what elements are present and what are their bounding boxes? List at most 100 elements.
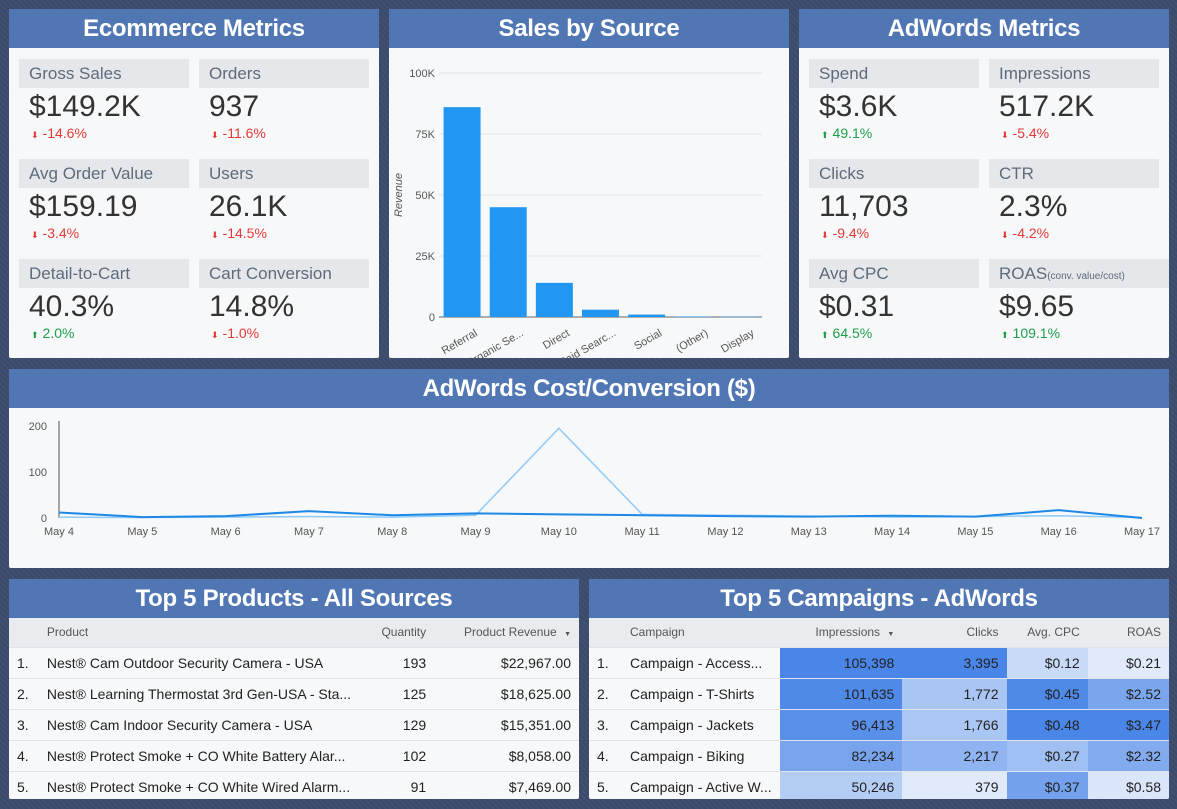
col-product[interactable]: Product bbox=[46, 618, 352, 647]
campaign-avg-cpc: $0.12 bbox=[1006, 646, 1088, 678]
table-row[interactable]: 4. Nest® Protect Smoke + CO White Battery… bbox=[9, 739, 579, 771]
bar-referral[interactable] bbox=[443, 107, 481, 317]
series-line-1[interactable] bbox=[58, 509, 1143, 519]
col-quantity[interactable]: Quantity bbox=[351, 618, 435, 647]
table-row[interactable]: 3. Campaign - Jackets 96,413 1,766 $0.48 $3.4… bbox=[589, 708, 1169, 740]
metric-label: Detail-to-Cart bbox=[19, 259, 189, 288]
bar-direct[interactable] bbox=[535, 282, 573, 317]
campaign-impressions: 82,234 bbox=[779, 739, 903, 771]
metric-label: Users bbox=[199, 159, 369, 188]
table-row[interactable]: 2. Nest® Learning Thermostat 3rd Gen-USA … bbox=[9, 677, 579, 709]
sales-by-source-panel: Sales by Source 0 25K 50K 75K 100K Revenue Ref… bbox=[389, 9, 789, 358]
y-tick-label: 50K bbox=[415, 190, 435, 202]
adwords-metrics-title: AdWords Metrics bbox=[799, 9, 1169, 48]
arrow-down-icon: ⬇ bbox=[211, 330, 219, 340]
sort-desc-icon: ▼ bbox=[887, 631, 895, 639]
metric-delta-value: -3.4% bbox=[42, 225, 80, 241]
metric-delta: ⬇ -5.4% bbox=[989, 124, 1159, 144]
table-row[interactable]: 4. Campaign - Biking 82,234 2,217 $0.27 $2.32 bbox=[589, 739, 1169, 771]
metric-label: Gross Sales bbox=[19, 59, 189, 88]
campaign-avg-cpc: $0.27 bbox=[1006, 739, 1088, 771]
metric-label-text: Detail-to-Cart bbox=[29, 264, 131, 283]
table-row[interactable]: 5. Campaign - Active W... 50,246 379 $0.37 $0… bbox=[589, 770, 1169, 799]
metric-delta: ⬆ 64.5% bbox=[809, 324, 979, 344]
ecommerce-metrics-title: Ecommerce Metrics bbox=[9, 9, 379, 48]
metric-value: $9.65 bbox=[999, 290, 1075, 323]
row-index: 5. bbox=[9, 770, 47, 799]
col-avg-cpc[interactable]: Avg. CPC bbox=[1006, 618, 1088, 647]
metric-tile-gross-sales: Gross Sales $149.2K ⬇ -14.6% bbox=[19, 59, 189, 149]
metric-value: 40.3% bbox=[29, 290, 115, 323]
metric-delta: ⬆ 109.1% bbox=[989, 324, 1159, 344]
campaign-avg-cpc: $0.45 bbox=[1006, 677, 1088, 709]
col-clicks[interactable]: Clicks bbox=[902, 618, 1007, 647]
col-campaign[interactable]: Campaign bbox=[630, 618, 780, 647]
metric-label: ROAS(conv. value/cost) bbox=[989, 259, 1169, 288]
campaign-name: Campaign - Biking bbox=[630, 739, 780, 771]
product-revenue: $18,625.00 bbox=[434, 677, 579, 709]
col-impressions[interactable]: Impressions ▼ bbox=[779, 618, 903, 647]
metric-label: CTR bbox=[989, 159, 1159, 188]
metric-label-text: Gross Sales bbox=[29, 64, 122, 83]
product-revenue: $7,469.00 bbox=[434, 770, 579, 799]
x-tick-label: May 13 bbox=[791, 526, 827, 538]
top-products-panel: Top 5 Products - All Sources Product Qua… bbox=[9, 579, 579, 799]
y-axis-label: Revenue bbox=[393, 173, 405, 217]
metric-delta-value: 49.1% bbox=[832, 125, 873, 141]
metric-value: 517.2K bbox=[999, 90, 1095, 123]
bar-paid-searc[interactable] bbox=[582, 309, 619, 317]
col-product-revenue[interactable]: Product Revenue ▼ bbox=[434, 618, 579, 647]
x-tick-label: May 10 bbox=[541, 526, 577, 538]
bar-other[interactable] bbox=[674, 316, 712, 318]
metric-delta: ⬇ -14.6% bbox=[19, 124, 189, 144]
col-roas[interactable]: ROAS bbox=[1087, 618, 1169, 647]
metric-tile-avg-order-value: Avg Order Value $159.19 ⬇ -3.4% bbox=[19, 159, 189, 249]
table-row[interactable]: 1. Nest® Cam Outdoor Security Camera - US… bbox=[9, 646, 579, 678]
y-tick-label: 200 bbox=[29, 421, 47, 433]
table-row[interactable]: 3. Nest® Cam Indoor Security Camera - USA… bbox=[9, 708, 579, 740]
metric-tile-clicks: Clicks 11,703 ⬇ -9.4% bbox=[809, 159, 979, 249]
cost-conversion-chart: 0 100 200 May 4 May 5 May 6 May 7 May 8 May 9 May… bbox=[29, 421, 1160, 538]
x-tick-label: May 14 bbox=[874, 526, 910, 538]
metric-label-text: Users bbox=[209, 164, 254, 183]
metric-label: Cart Conversion bbox=[199, 259, 369, 288]
series-line-2[interactable] bbox=[58, 427, 1143, 519]
product-quantity: 129 bbox=[351, 708, 435, 740]
x-tick-label: May 4 bbox=[44, 526, 74, 538]
metric-tile-detail-to-cart: Detail-to-Cart 40.3% ⬆ 2.0% bbox=[19, 259, 189, 349]
metric-delta-value: 109.1% bbox=[1012, 325, 1061, 341]
product-name: Nest® Cam Indoor Security Camera - USA bbox=[46, 708, 352, 740]
x-tick-label: May 17 bbox=[1124, 526, 1160, 538]
metric-label-text: Orders bbox=[209, 64, 261, 83]
metric-delta: ⬇ -9.4% bbox=[809, 224, 979, 244]
x-tick-label: May 6 bbox=[211, 526, 241, 538]
arrow-down-icon: ⬇ bbox=[211, 130, 219, 140]
col-index bbox=[9, 618, 47, 647]
bar-display[interactable] bbox=[720, 316, 758, 318]
campaign-impressions: 50,246 bbox=[779, 770, 903, 799]
metric-label-text: Impressions bbox=[999, 64, 1091, 83]
row-index: 2. bbox=[9, 677, 47, 709]
table-row[interactable]: 1. Campaign - Access... 105,398 3,395 $0.12 $… bbox=[589, 646, 1169, 678]
campaign-avg-cpc: $0.48 bbox=[1006, 708, 1088, 740]
row-index: 3. bbox=[9, 708, 47, 740]
table-row[interactable]: 2. Campaign - T-Shirts 101,635 1,772 $0.45 $2… bbox=[589, 677, 1169, 709]
table-row[interactable]: 5. Nest® Protect Smoke + CO White Wired A… bbox=[9, 770, 579, 799]
campaign-name: Campaign - T-Shirts bbox=[630, 677, 780, 709]
metric-label: Impressions bbox=[989, 59, 1159, 88]
campaign-impressions: 96,413 bbox=[779, 708, 903, 740]
y-tick-label: 0 bbox=[41, 513, 47, 525]
metric-tile-orders: Orders 937 ⬇ -11.6% bbox=[199, 59, 369, 149]
y-tick-label: 25K bbox=[415, 251, 435, 263]
row-index: 4. bbox=[9, 739, 47, 771]
bar-organic-se[interactable] bbox=[489, 207, 527, 317]
arrow-down-icon: ⬇ bbox=[31, 130, 39, 140]
metric-label-note: (conv. value/cost) bbox=[1047, 271, 1125, 282]
metric-delta: ⬇ -4.2% bbox=[989, 224, 1159, 244]
metric-delta-value: -4.2% bbox=[1012, 225, 1050, 241]
bar-social[interactable] bbox=[628, 314, 666, 317]
metric-delta: ⬆ 49.1% bbox=[809, 124, 979, 144]
y-tick-label: 100 bbox=[29, 467, 47, 479]
x-tick-label: May 15 bbox=[957, 526, 993, 538]
metric-delta-value: -9.4% bbox=[832, 225, 870, 241]
